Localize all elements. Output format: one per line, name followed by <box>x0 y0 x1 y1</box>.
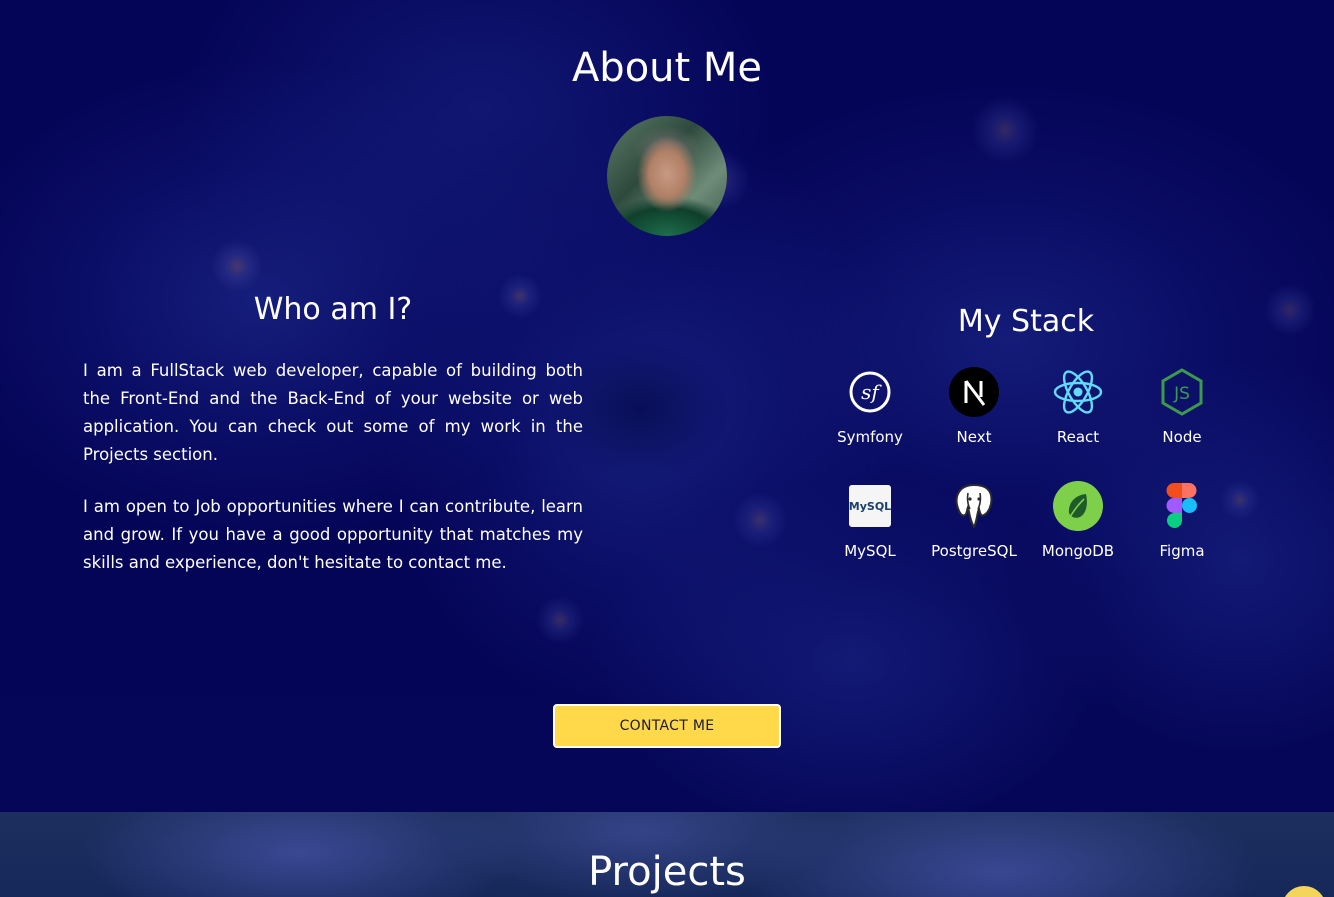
react-icon <box>1052 366 1104 418</box>
mongodb-icon <box>1052 480 1104 532</box>
stack-item-next: Next <box>922 366 1026 480</box>
stack-label: MongoDB <box>1041 542 1115 560</box>
stack-label: PostgreSQL <box>931 542 1017 560</box>
bio-paragraph: I am open to Job opportunities where I c… <box>83 497 583 572</box>
about-title: About Me <box>571 45 763 91</box>
symfony-icon: sf <box>844 366 896 418</box>
who-heading: Who am I? <box>253 292 413 327</box>
stack-item-postgresql: PostgreSQL <box>922 480 1026 594</box>
stack-label: Figma <box>1159 542 1205 560</box>
figma-icon <box>1156 480 1208 532</box>
stack-item-figma: Figma <box>1130 480 1234 594</box>
stack-label: MySQL <box>844 542 896 560</box>
stack-label: Next <box>956 428 992 446</box>
projects-title: Projects <box>588 849 746 895</box>
svg-text:JS: JS <box>1173 384 1190 404</box>
next-icon <box>948 366 1000 418</box>
svg-text:MySQL: MySQL <box>849 500 891 513</box>
stack-grid: sf Symfony Next React JS Node MySQL MySQ… <box>818 366 1234 594</box>
svg-text:sf: sf <box>861 380 882 404</box>
node-icon: JS <box>1156 366 1208 418</box>
avatar <box>607 116 727 236</box>
mysql-icon: MySQL <box>844 480 896 532</box>
contact-me-button[interactable]: CONTACT ME <box>553 704 781 748</box>
stack-item-mysql: MySQL MySQL <box>818 480 922 594</box>
stack-item-mongodb: MongoDB <box>1026 480 1130 594</box>
postgresql-icon <box>948 480 1000 532</box>
stack-heading: My Stack <box>957 304 1095 339</box>
stack-label: Node <box>1162 428 1202 446</box>
stack-label: React <box>1056 428 1100 446</box>
stack-item-symfony: sf Symfony <box>818 366 922 480</box>
stack-item-react: React <box>1026 366 1130 480</box>
stack-label: Symfony <box>837 428 903 446</box>
bio: I am a FullStack web developer, capable … <box>83 357 583 601</box>
stack-item-node: JS Node <box>1130 366 1234 480</box>
bio-paragraph: I am a FullStack web developer, capable … <box>83 361 583 464</box>
